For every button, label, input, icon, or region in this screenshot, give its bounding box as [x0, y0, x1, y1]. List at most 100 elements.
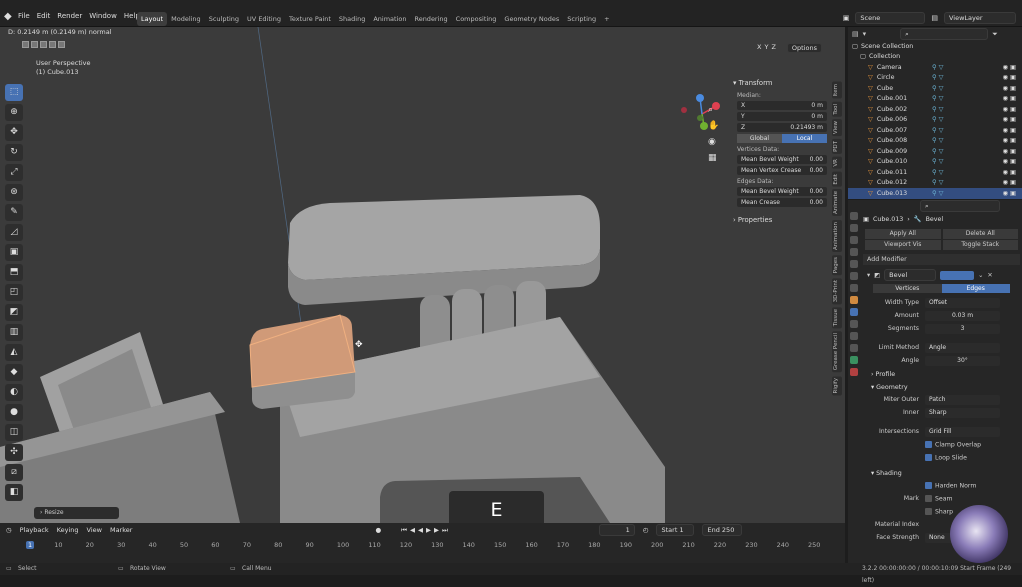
render-tab-icon[interactable] — [850, 224, 858, 232]
collection-tab-icon[interactable] — [850, 284, 858, 292]
options-button[interactable]: Options — [786, 43, 822, 53]
tab-animation[interactable]: Animation — [832, 219, 842, 252]
outliner-item[interactable]: ▽ Cube.013 ⚲ ▽ ◉ ▣ — [848, 188, 1022, 199]
visibility-eye-icon[interactable]: ◉ ▣ — [1003, 158, 1016, 165]
axis-x-button[interactable]: X — [757, 43, 761, 53]
scene-collection-row[interactable]: ▢ Scene Collection — [848, 41, 1022, 52]
collapse-icon[interactable]: ▾ — [867, 272, 870, 279]
last-operator-panel[interactable]: › Resize — [34, 507, 119, 519]
view-layer-selector[interactable]: ViewLayer — [944, 12, 1016, 24]
visibility-eye-icon[interactable]: ◉ ▣ — [1003, 148, 1016, 155]
outliner-item[interactable]: ▽ Cube ⚲ ▽ ◉ ▣ — [848, 83, 1022, 94]
tab-geometry-nodes[interactable]: Geometry Nodes — [500, 12, 563, 26]
tab-3d-print[interactable]: 3D-Print — [832, 277, 842, 305]
width-type-select[interactable]: Offset — [925, 298, 1000, 308]
mean-bevel-weight-field[interactable]: Mean Bevel Weight 0.00 — [737, 155, 827, 164]
clamp-overlap-checkbox[interactable]: Clamp Overlap — [925, 441, 981, 449]
scale-icon[interactable]: ⤢ — [5, 164, 23, 181]
current-frame-field[interactable]: 1 — [598, 524, 635, 536]
add-cube-icon[interactable]: ▣ — [5, 244, 23, 261]
amount-field[interactable]: 0.03 m — [925, 311, 1000, 321]
modifier-name-field[interactable]: Bevel — [884, 269, 937, 281]
marker-menu[interactable]: Marker — [110, 526, 132, 534]
toggle-stack-button[interactable]: Toggle Stack — [942, 240, 1018, 250]
tab-layout[interactable]: Layout — [137, 12, 168, 26]
3d-viewport[interactable]: ✥ D: 0.2149 m (0.2149 m) normal X Y Z Op… — [0, 27, 845, 523]
local-button[interactable]: Local — [782, 134, 827, 143]
tab-compositing[interactable]: Compositing — [452, 12, 501, 26]
profile-panel-header[interactable]: › Profile — [863, 368, 1020, 381]
visibility-eye-icon[interactable]: ◉ ▣ — [1003, 85, 1016, 92]
playback-menu[interactable]: Playback — [20, 526, 49, 534]
select-mode-2-icon[interactable] — [31, 41, 38, 48]
properties-header[interactable]: › Properties — [733, 216, 831, 224]
outliner-item[interactable]: ▽ Circle ⚲ ▽ ◉ ▣ — [848, 73, 1022, 84]
properties-search-input[interactable]: ⌕ — [920, 200, 1000, 212]
outliner-item[interactable]: ▽ Cube.006 ⚲ ▽ ◉ ▣ — [848, 115, 1022, 126]
modifier-tab-icon[interactable] — [850, 308, 858, 316]
select-mode-4-icon[interactable] — [49, 41, 56, 48]
timeline-editor-icon[interactable]: ◷ — [6, 526, 12, 534]
visibility-eye-icon[interactable]: ◉ ▣ — [1003, 127, 1016, 134]
z-field[interactable]: Z 0.21493 m — [737, 123, 827, 132]
tab-tissue[interactable]: Tissue — [832, 307, 842, 329]
frame-ruler[interactable]: 1 10 20 30 40 50 60 70 80 90 100 110 120 130 140 150 160… — [0, 539, 845, 551]
modifier-remove-icon[interactable]: ✕ — [987, 272, 992, 279]
transform-icon[interactable]: ⊛ — [5, 184, 23, 201]
visibility-eye-icon[interactable]: ◉ ▣ — [1003, 106, 1016, 113]
global-button[interactable]: Global — [737, 134, 782, 143]
camera-view-icon[interactable]: ◉ — [708, 137, 719, 147]
shading-panel-header[interactable]: ▾ Shading — [863, 467, 1020, 480]
visibility-eye-icon[interactable]: ◉ ▣ — [1003, 190, 1016, 197]
bevel-icon[interactable]: ◩ — [5, 304, 23, 321]
select-mode-1-icon[interactable] — [22, 41, 29, 48]
menu-edit[interactable]: Edit — [37, 12, 51, 20]
world-tab-icon[interactable] — [850, 272, 858, 280]
inset-icon[interactable]: ◰ — [5, 284, 23, 301]
tab-item[interactable]: Item — [832, 82, 842, 99]
modifier-menu-icon[interactable]: ⌄ — [978, 272, 983, 279]
tab-pdt[interactable]: PDT — [832, 139, 842, 155]
add-modifier-button[interactable]: Add Modifier — [863, 254, 1020, 265]
sharp-checkbox[interactable]: Sharp — [925, 508, 953, 516]
select-mode-3-icon[interactable] — [40, 41, 47, 48]
outliner-editor-icon[interactable]: ▤ — [852, 30, 859, 38]
miter-outer-select[interactable]: Patch — [925, 395, 1000, 405]
smooth-icon[interactable]: ● — [5, 404, 23, 421]
tab-modeling[interactable]: Modeling — [167, 12, 205, 26]
modifier-visibility-toggles[interactable] — [940, 270, 975, 280]
outliner-item[interactable]: ▽ Cube.009 ⚲ ▽ ◉ ▣ — [848, 146, 1022, 157]
outliner-item[interactable]: ▽ Cube.010 ⚲ ▽ ◉ ▣ — [848, 157, 1022, 168]
end-frame-field[interactable]: End 250 — [702, 524, 743, 536]
add-workspace-button[interactable]: + — [600, 12, 613, 26]
move-icon[interactable]: ✥ — [5, 124, 23, 141]
outliner-search-input[interactable]: ⌕ — [900, 28, 989, 40]
outliner-item[interactable]: ▽ Cube.008 ⚲ ▽ ◉ ▣ — [848, 136, 1022, 147]
outliner-item[interactable]: ▽ Camera ⚲ ▽ ◉ ▣ — [848, 62, 1022, 73]
viewport-vis-button[interactable]: Viewport Vis — [865, 240, 941, 250]
shear-icon[interactable]: ⧄ — [5, 464, 23, 481]
particles-tab-icon[interactable] — [850, 320, 858, 328]
edge-slide-icon[interactable]: ◫ — [5, 424, 23, 441]
material-tab-icon[interactable] — [850, 368, 858, 376]
tab-scripting[interactable]: Scripting — [563, 12, 600, 26]
pan-hand-icon[interactable]: ✋ — [708, 121, 719, 131]
keying-menu[interactable]: Keying — [57, 526, 79, 534]
intersections-select[interactable]: Grid Fill — [925, 427, 1000, 437]
visibility-eye-icon[interactable]: ◉ ▣ — [1003, 137, 1016, 144]
x-field[interactable]: X0 m — [737, 101, 827, 110]
visibility-eye-icon[interactable]: ◉ ▣ — [1003, 116, 1016, 123]
start-frame-field[interactable]: Start 1 — [656, 524, 695, 536]
loop-slide-checkbox[interactable]: Loop Slide — [925, 454, 967, 462]
tool-tab-icon[interactable] — [850, 212, 858, 220]
rip-icon[interactable]: ◧ — [5, 484, 23, 501]
select-box-icon[interactable]: ⬚ — [5, 84, 23, 101]
angle-field[interactable]: 30° — [925, 356, 1000, 366]
output-tab-icon[interactable] — [850, 236, 858, 244]
menu-window[interactable]: Window — [89, 12, 117, 20]
mean-vertex-crease-field[interactable]: Mean Vertex Crease 0.00 — [737, 166, 827, 175]
tab-rigify[interactable]: Rigify — [832, 375, 842, 396]
tab-rendering[interactable]: Rendering — [410, 12, 451, 26]
tab-edit[interactable]: Edit — [832, 171, 842, 187]
axis-z-button[interactable]: Z — [771, 43, 775, 53]
